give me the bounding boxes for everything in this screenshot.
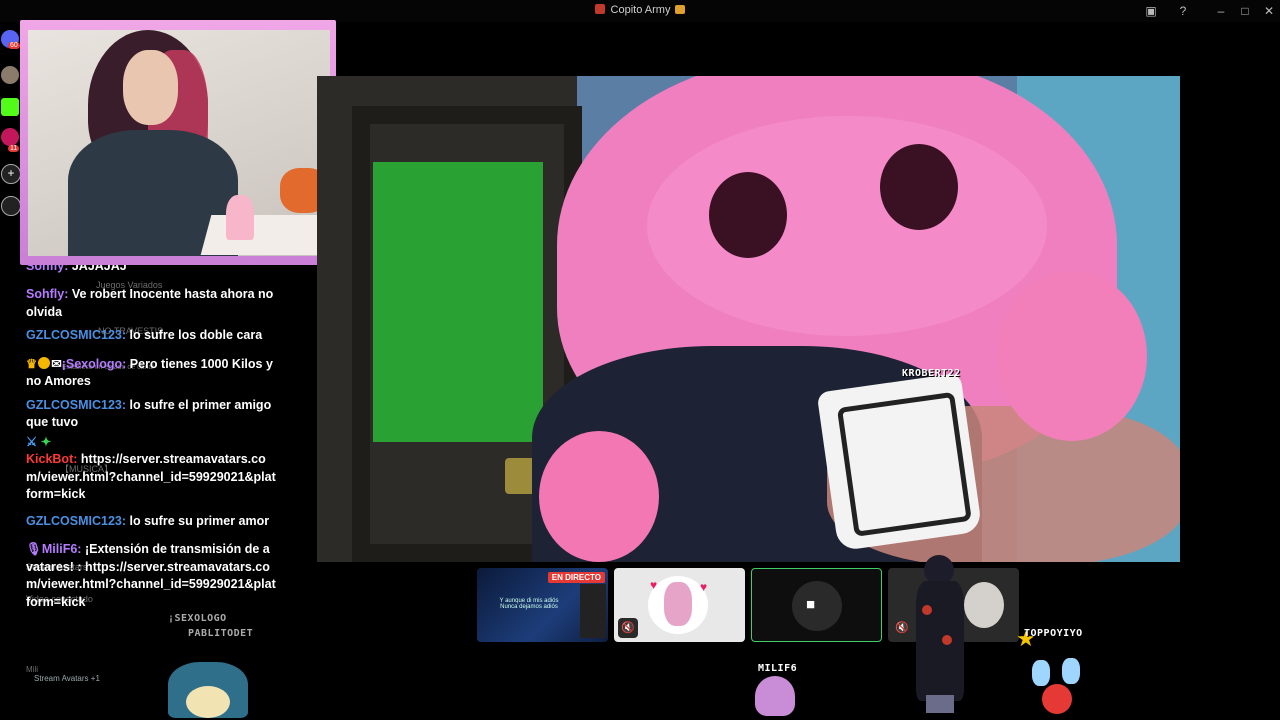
chat-message: Sohfly: Ve robert Inocente hasta ahora n… bbox=[26, 286, 276, 321]
kick-icon[interactable] bbox=[1, 98, 19, 116]
participant-thumbnail[interactable]: ♥ ♥ 🔇 bbox=[614, 568, 745, 642]
title-bar: Copito Army ▣ ? – □ ✕ bbox=[0, 0, 1280, 22]
shape bbox=[836, 391, 972, 537]
badge: 11 bbox=[8, 145, 20, 152]
avatar-name-tag: KROBERT22 bbox=[902, 368, 961, 379]
chat-panel: Sohfly: JAJAJAJ Sohfly: Ve robert Inocen… bbox=[26, 258, 276, 617]
emoji-icon bbox=[675, 5, 686, 14]
chat-text: lo sufre su primer amor bbox=[129, 513, 270, 528]
streamer-camera-frame bbox=[20, 20, 336, 265]
chat-username[interactable]: GZLCOSMIC123: bbox=[26, 328, 126, 342]
app-icon bbox=[594, 4, 605, 14]
maximize-button[interactable]: □ bbox=[1234, 2, 1256, 20]
plush-eye bbox=[880, 144, 958, 230]
plush-eye bbox=[709, 172, 787, 258]
participant-thumbnail[interactable]: ■ bbox=[751, 568, 882, 642]
heart-icon: ♥ bbox=[700, 580, 708, 594]
plush-arm bbox=[997, 271, 1147, 441]
shape bbox=[226, 195, 254, 240]
envelope-badge-icon: ✉ bbox=[51, 356, 62, 371]
chat-message: GZLCOSMIC123: lo sufre el primer amigo q… bbox=[26, 397, 276, 432]
ghost-text: Mili bbox=[26, 665, 38, 674]
streamer-camera bbox=[28, 30, 330, 256]
badge-icon bbox=[38, 356, 51, 369]
shape bbox=[1042, 684, 1072, 714]
plush-arm bbox=[539, 431, 659, 562]
live-badge: EN DIRECTO bbox=[547, 572, 605, 583]
shape bbox=[200, 215, 330, 255]
chat-message: 🎙MiliF6: ¡Extensión de transmisión de av… bbox=[26, 541, 276, 611]
shape bbox=[916, 581, 964, 701]
chat-username[interactable]: KickBot: bbox=[26, 452, 77, 466]
shape bbox=[186, 686, 230, 718]
avatar[interactable] bbox=[1, 128, 19, 146]
shape bbox=[942, 635, 952, 645]
chat-username[interactable]: MiliF6: bbox=[42, 542, 82, 556]
mic-badge-icon: 🎙 bbox=[26, 542, 42, 556]
shape bbox=[123, 50, 178, 125]
avatar-name-tag: PABLITODET bbox=[188, 628, 254, 639]
chat-text: lo sufre los doble cara bbox=[129, 328, 263, 342]
chat-username[interactable]: GZLCOSMIC123: bbox=[26, 514, 126, 528]
main-video[interactable] bbox=[317, 76, 1180, 562]
avatar-name-tag: TOPPOYIYO bbox=[1024, 628, 1083, 639]
avatar[interactable] bbox=[1, 66, 19, 84]
pixel-creature-avatar bbox=[1030, 656, 1084, 716]
mute-icon[interactable]: 🔇 bbox=[892, 618, 912, 638]
itachi-avatar bbox=[912, 555, 968, 717]
mute-icon[interactable]: 🔇 bbox=[618, 618, 638, 638]
heart-icon: ♥ bbox=[650, 578, 658, 592]
window-title: Copito Army bbox=[0, 4, 1280, 16]
shirt-crest bbox=[816, 372, 983, 552]
chat-username[interactable]: ¡Sexologo: bbox=[62, 357, 127, 371]
chat-username[interactable]: Sohfly: bbox=[26, 287, 68, 301]
minimize-button[interactable]: – bbox=[1210, 2, 1232, 20]
chat-message: GZLCOSMIC123: lo sufre los doble cara bbox=[26, 327, 276, 345]
ditto-avatar bbox=[755, 676, 795, 716]
shape bbox=[580, 584, 606, 638]
shape bbox=[1062, 658, 1080, 684]
shape bbox=[1032, 660, 1050, 686]
video-camera-icon: ■ bbox=[806, 596, 816, 613]
compass-icon[interactable] bbox=[1, 196, 21, 216]
add-icon[interactable]: + bbox=[1, 164, 21, 184]
help-icon[interactable]: ? bbox=[1172, 2, 1194, 20]
shape bbox=[926, 695, 954, 713]
chat-badges: ⚔ ✦ bbox=[26, 434, 276, 452]
gem-icon: ✦ bbox=[40, 434, 52, 449]
snorlax-avatar bbox=[168, 662, 248, 718]
screen-share-thumbnail[interactable]: Y aunque di mis adiós Nunca dejamos adió… bbox=[477, 568, 608, 642]
avatar-name-tag: ¡SEXOLOGO bbox=[168, 613, 227, 624]
chat-message: ♛ ✉¡Sexologo: Pero tienes 1000 Kilos y no… bbox=[26, 356, 276, 391]
sword-icon: ⚔ bbox=[26, 434, 38, 449]
chat-message: KickBot: https://server.streamavatars.co… bbox=[26, 451, 276, 504]
crown-badge-icon: ♛ bbox=[26, 356, 38, 371]
picture-in-picture-icon[interactable]: ▣ bbox=[1140, 2, 1162, 20]
ghost-text: Stream Avatars +1 bbox=[34, 674, 100, 683]
chat-message: GZLCOSMIC123: lo sufre su primer amor bbox=[26, 513, 276, 531]
left-rail: 60 11 + bbox=[0, 28, 22, 228]
chat-username[interactable]: GZLCOSMIC123: bbox=[26, 398, 126, 412]
avatar-name-tag: MILIF6 bbox=[758, 663, 798, 674]
shape bbox=[922, 605, 932, 615]
screen-caption: Y aunque di mis adiós Nunca dejamos adió… bbox=[499, 598, 559, 610]
shape bbox=[964, 582, 1004, 628]
shape bbox=[664, 582, 692, 626]
badge: 60 bbox=[8, 42, 20, 49]
close-button[interactable]: ✕ bbox=[1258, 2, 1280, 20]
plush-snout bbox=[647, 116, 1047, 336]
